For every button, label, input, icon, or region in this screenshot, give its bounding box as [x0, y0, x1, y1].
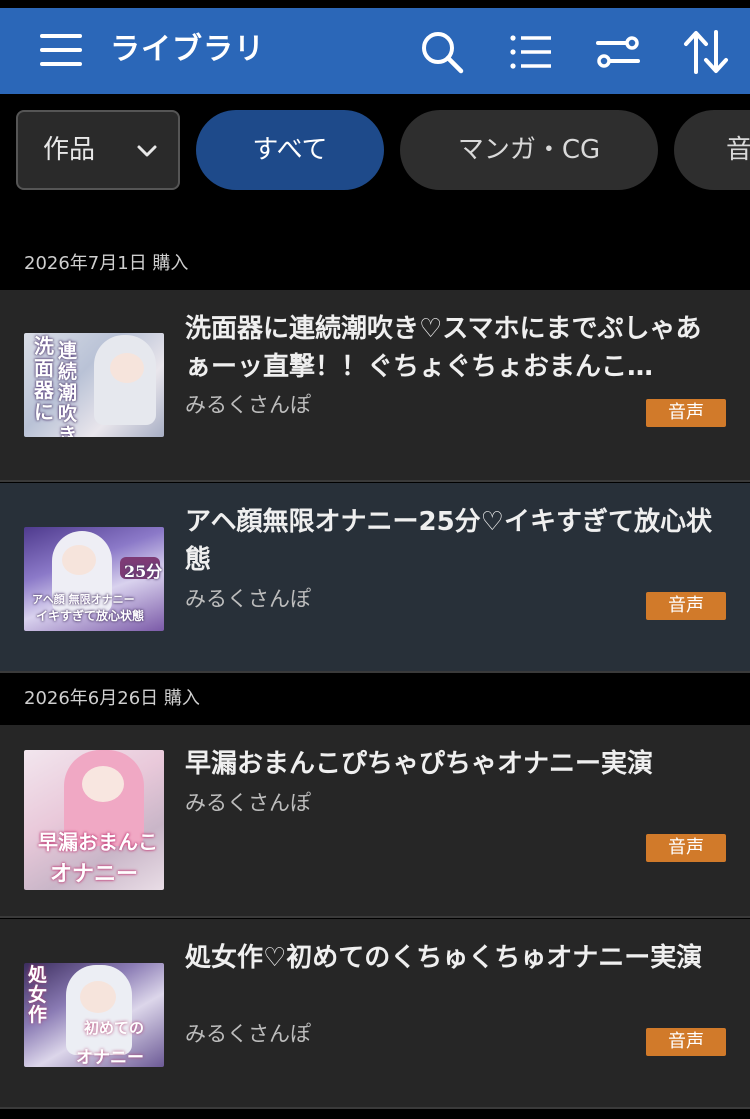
work-author: みるくさんぽ [185, 1022, 311, 1046]
work-author: みるくさんぽ [185, 393, 311, 417]
purchase-date-label: 2026年7月1日 購入 [24, 253, 189, 274]
list-item[interactable]: 早漏おまんこ オナニー 早漏おまんこぴちゃぴちゃオナニー実演 みるくさんぽ 音声 [0, 725, 750, 918]
chevron-down-icon [137, 145, 157, 157]
list-item[interactable]: 25分 アヘ顔 無限オナニー イキすぎて放心状態 アヘ顔無限オナニー25分♡イキ… [0, 483, 750, 673]
menu-icon[interactable] [40, 30, 84, 70]
scroll-fade [0, 205, 750, 235]
sort-icon[interactable] [682, 28, 730, 76]
list-icon[interactable] [506, 28, 554, 76]
category-select-label: 作品 [43, 135, 96, 165]
work-thumbnail: 25分 アヘ顔 無限オナニー イキすぎて放心状態 [24, 527, 164, 631]
chip-voice[interactable]: 音 [674, 110, 750, 190]
work-thumbnail: 早漏おまんこ オナニー [24, 750, 164, 890]
status-strip [0, 0, 750, 8]
date-header: 2026年7月1日 購入 [0, 238, 750, 290]
chip-all[interactable]: すべて [196, 110, 384, 190]
work-title: 早漏おまんこぴちゃぴちゃオナニー実演 [185, 749, 654, 779]
media-type-badge: 音声 [646, 399, 726, 427]
work-author: みるくさんぽ [185, 791, 311, 815]
filter-bar: 作品 すべて マンガ・CG 音 [0, 94, 750, 206]
work-title: 洗面器に連続潮吹き♡スマホにまでぷしゃあぁーッ直撃！！ぐちょぐちょおまんこ… [185, 314, 702, 382]
filter-icon[interactable] [594, 28, 642, 76]
purchase-date-label: 2026年6月26日 購入 [24, 688, 200, 709]
media-type-badge: 音声 [646, 592, 726, 620]
category-select[interactable]: 作品 [16, 110, 180, 190]
media-type-badge: 音声 [646, 834, 726, 862]
media-type-badge: 音声 [646, 1028, 726, 1056]
search-icon[interactable] [418, 28, 466, 76]
work-title: アヘ顔無限オナニー25分♡イキすぎて放心状態 [185, 507, 712, 575]
work-title: 処女作♡初めてのくちゅくちゅオナニー実演 [185, 943, 703, 973]
work-thumbnail: 洗面器に 連続潮吹き [24, 333, 164, 437]
date-header: 2026年6月26日 購入 [0, 673, 750, 725]
chip-manga-cg[interactable]: マンガ・CG [400, 110, 658, 190]
list-item[interactable]: 処女作 初めての オナニー 処女作♡初めてのくちゅくちゅオナニー実演 みるくさん… [0, 919, 750, 1109]
page-title: ライブラリ [110, 32, 265, 67]
work-author: みるくさんぽ [185, 587, 311, 611]
app-bar: ライブラリ [0, 8, 750, 94]
list-item[interactable]: 洗面器に 連続潮吹き 洗面器に連続潮吹き♡スマホにまでぷしゃあぁーッ直撃！！ぐち… [0, 290, 750, 482]
work-thumbnail: 処女作 初めての オナニー [24, 963, 164, 1067]
